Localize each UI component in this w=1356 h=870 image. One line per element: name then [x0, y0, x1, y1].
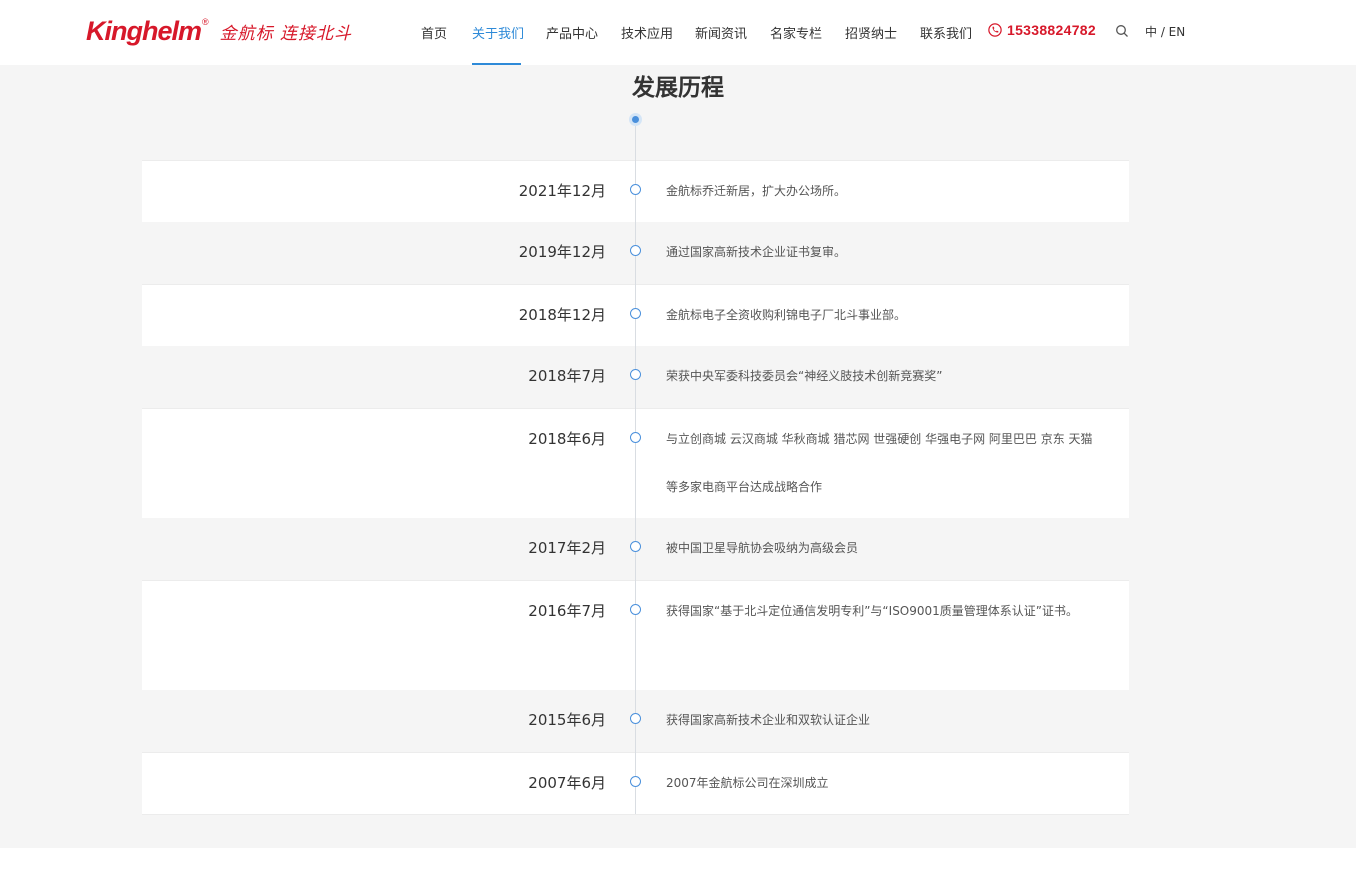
logo-text-en: Kinghelm	[86, 15, 202, 46]
timeline-marker	[630, 713, 641, 724]
logo-registered-mark: ®	[202, 17, 209, 27]
timeline-text: 2007年金航标公司在深圳成立	[666, 776, 829, 790]
nav-item-experts[interactable]: 名家专栏	[770, 23, 822, 42]
timeline-date: 2021年12月	[518, 182, 606, 200]
timeline-text: 金航标乔迁新居，扩大办公场所。	[666, 184, 847, 198]
nav-item-contact[interactable]: 联系我们	[920, 23, 972, 42]
nav-item-home[interactable]: 首页	[421, 23, 447, 42]
phone-contact[interactable]: 15338824782	[988, 22, 1096, 38]
page-title: 发展历程	[632, 75, 724, 101]
nav-item-products[interactable]: 产品中心	[546, 23, 598, 42]
timeline-marker	[630, 245, 641, 256]
timeline-marker	[630, 432, 641, 443]
timeline-axis	[635, 126, 636, 814]
nav-item-tech[interactable]: 技术应用	[621, 23, 673, 42]
logo-slogan-cn: 金航标 连接北斗	[219, 23, 353, 44]
timeline-marker	[630, 308, 641, 319]
phone-number: 15338824782	[1007, 22, 1096, 38]
language-switch[interactable]: 中 / EN	[1145, 23, 1185, 40]
nav-item-news[interactable]: 新闻资讯	[695, 23, 747, 42]
logo[interactable]: Kinghelm ® 金航标 连接北斗	[86, 13, 352, 49]
timeline-text: 被中国卫星导航协会吸纳为高级会员	[666, 541, 859, 555]
active-nav-indicator	[472, 63, 521, 65]
phone-icon	[988, 23, 1002, 37]
timeline-marker	[630, 604, 641, 615]
timeline-date: 2018年7月	[528, 367, 606, 385]
timeline-text: 金航标电子全资收购利锦电子厂北斗事业部。	[666, 308, 907, 322]
timeline-marker	[630, 184, 641, 195]
timeline-text: 与立创商城 云汉商城 华秋商城 猎芯网 世强硬创 华强电子网 阿里巴巴 京东 天…	[666, 432, 1093, 494]
timeline-date: 2015年6月	[528, 711, 606, 729]
site-header: Kinghelm ® 金航标 连接北斗 首页 关于我们 产品中心 技术应用 新闻…	[0, 0, 1356, 65]
timeline-marker	[630, 369, 641, 380]
timeline-date: 2016年7月	[528, 602, 606, 620]
timeline-date: 2007年6月	[528, 774, 606, 792]
timeline-date: 2018年6月	[528, 430, 606, 448]
timeline-text: 获得国家高新技术企业和双软认证企业	[666, 713, 871, 727]
timeline-date: 2019年12月	[518, 243, 606, 261]
footer-spacer	[0, 848, 1356, 870]
nav-item-careers[interactable]: 招贤纳士	[845, 23, 897, 42]
timeline-date: 2018年12月	[518, 306, 606, 324]
timeline-date: 2017年2月	[528, 539, 606, 557]
timeline-text: 荣获中央军委科技委员会“神经义肢技术创新竞赛奖”	[666, 369, 943, 383]
timeline-text: 通过国家高新技术企业证书复审。	[666, 245, 847, 259]
timeline-marker	[630, 776, 641, 787]
search-icon[interactable]	[1115, 24, 1129, 38]
nav-item-about[interactable]: 关于我们	[472, 23, 524, 42]
timeline-marker	[630, 541, 641, 552]
timeline-start-dot	[629, 113, 642, 126]
timeline-text: 获得国家“基于北斗定位通信发明专利”与“ISO9001质量管理体系认证”证书。	[666, 604, 1079, 618]
